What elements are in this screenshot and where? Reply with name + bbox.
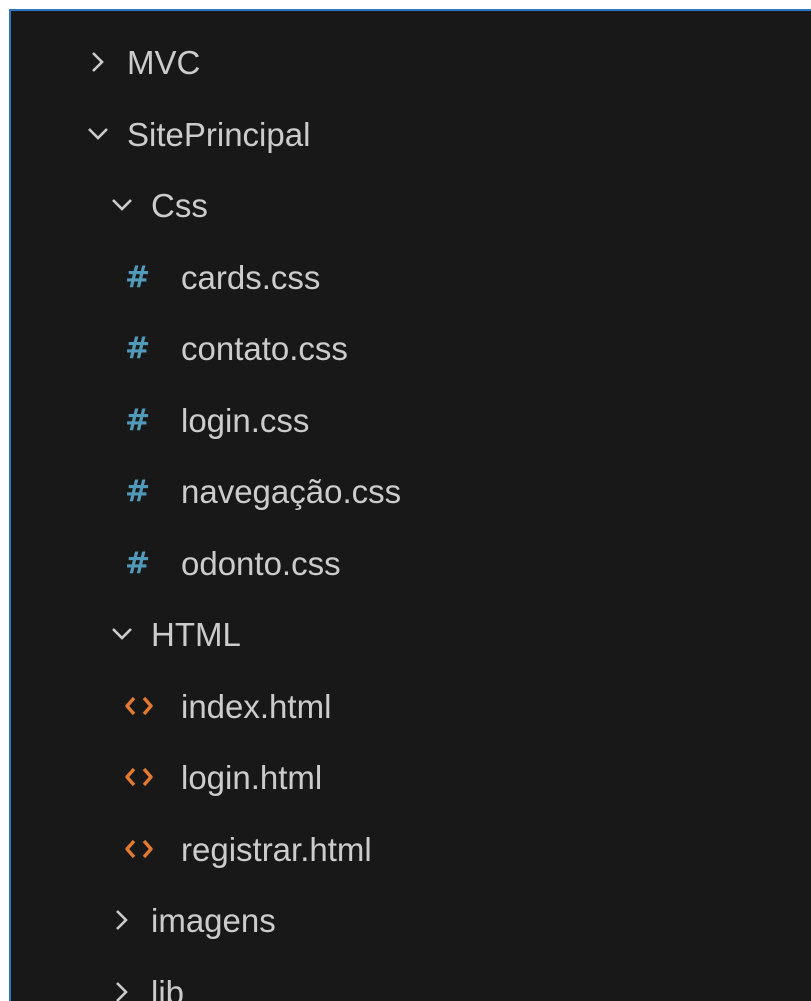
chevron-right-icon <box>107 977 137 1001</box>
tree-item-label: lib <box>151 973 185 1001</box>
tree-item-label: index.html <box>181 687 332 725</box>
tree-item-label: contato.css <box>181 329 348 367</box>
tree-item-label: registrar.html <box>181 830 372 868</box>
tree-item-label: Css <box>151 186 208 224</box>
file-tree: MVC SitePrincipal Css # cards.css # cont… <box>11 11 811 1001</box>
tree-item-label: imagens <box>151 901 276 939</box>
tree-item-mvc-folder[interactable]: MVC <box>11 29 200 95</box>
css-file-icon: # <box>125 330 151 366</box>
tree-item-label: odonto.css <box>181 544 341 582</box>
html-file-icon <box>125 765 165 789</box>
html-file-icon <box>125 837 165 861</box>
css-file-icon: # <box>125 402 151 438</box>
tree-item-registrar-html[interactable]: registrar.html <box>11 816 372 882</box>
css-file-icon: # <box>125 545 151 581</box>
tree-item-label: SitePrincipal <box>127 115 311 153</box>
tree-item-odonto-css[interactable]: # odonto.css <box>11 530 341 596</box>
tree-item-label: login.html <box>181 758 323 796</box>
tree-item-label: login.css <box>181 401 310 439</box>
chevron-right-icon <box>83 47 113 77</box>
chevron-down-icon <box>107 190 137 220</box>
tree-item-navegacao-css[interactable]: # navegação.css <box>11 458 401 524</box>
tree-item-siteprincipal-folder[interactable]: SitePrincipal <box>11 101 310 167</box>
tree-item-contato-css[interactable]: # contato.css <box>11 315 348 381</box>
tree-item-login-css[interactable]: # login.css <box>11 387 309 453</box>
tree-item-html-folder[interactable]: HTML <box>11 601 241 667</box>
chevron-down-icon <box>107 619 137 649</box>
tree-item-index-html[interactable]: index.html <box>11 673 331 739</box>
file-explorer-panel: MVC SitePrincipal Css # cards.css # cont… <box>9 9 811 1001</box>
chevron-down-icon <box>83 119 113 149</box>
css-file-icon: # <box>125 259 151 295</box>
css-file-icon: # <box>125 473 151 509</box>
tree-item-label: cards.css <box>181 258 321 296</box>
tree-item-css-folder[interactable]: Css <box>11 172 208 238</box>
chevron-right-icon <box>107 905 137 935</box>
tree-item-lib-folder[interactable]: lib <box>11 959 184 1001</box>
tree-item-label: navegação.css <box>181 472 402 510</box>
tree-item-label: MVC <box>127 43 201 81</box>
tree-item-login-html[interactable]: login.html <box>11 744 322 810</box>
html-file-icon <box>125 694 165 718</box>
tree-item-cards-css[interactable]: # cards.css <box>11 244 320 310</box>
tree-item-imagens-folder[interactable]: imagens <box>11 887 276 953</box>
tree-item-label: HTML <box>151 615 241 653</box>
